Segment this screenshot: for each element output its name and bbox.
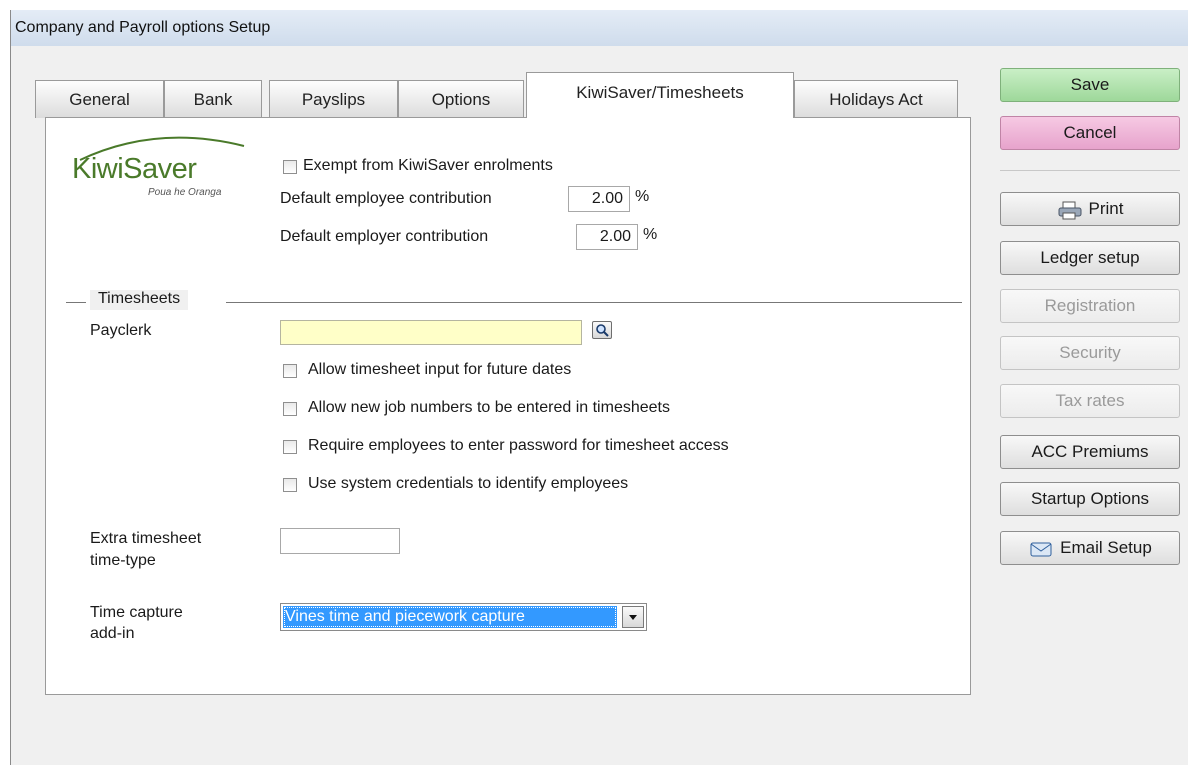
magnifier-icon <box>596 324 609 337</box>
timesheets-divider-left <box>66 302 86 303</box>
system-credentials-checkbox[interactable] <box>283 478 297 492</box>
timesheets-section-title: Timesheets <box>90 290 189 310</box>
employee-contribution-label: Default employee contribution <box>280 190 492 207</box>
envelope-icon <box>1030 542 1052 557</box>
email-setup-button[interactable]: Email Setup <box>1000 531 1180 565</box>
employer-percent-label: % <box>643 226 658 243</box>
time-capture-label-line2: add-in <box>90 625 135 642</box>
payclerk-input[interactable] <box>280 320 582 345</box>
time-capture-dropdown-button[interactable] <box>622 606 644 628</box>
exempt-kiwisaver-checkbox[interactable] <box>283 160 297 174</box>
tab-options[interactable]: Options <box>398 80 524 118</box>
email-setup-label: Email Setup <box>1060 538 1152 557</box>
payclerk-label: Payclerk <box>90 322 152 339</box>
exempt-kiwisaver-label: Exempt from KiwiSaver enrolments <box>303 157 553 174</box>
cancel-button[interactable]: Cancel <box>1000 116 1180 150</box>
extra-timesheet-label-line2: time-type <box>90 552 156 569</box>
require-password-label: Require employees to enter password for … <box>308 437 729 454</box>
extra-timesheet-input[interactable] <box>280 528 400 554</box>
employer-contribution-label: Default employer contribution <box>280 228 489 245</box>
tax-rates-button[interactable]: Tax rates <box>1000 384 1180 418</box>
time-capture-selected-value: Vines time and piecework capture <box>283 606 617 628</box>
printer-icon <box>1058 201 1082 220</box>
tab-holidays-act[interactable]: Holidays Act <box>794 80 958 118</box>
employer-contribution-input[interactable]: 2.00 <box>576 224 638 250</box>
extra-timesheet-label-line1: Extra timesheet <box>90 530 202 547</box>
print-button[interactable]: Print <box>1000 192 1180 226</box>
logo-wordmark: KiwiSaver <box>72 153 197 185</box>
dialog-window: Company and Payroll options Setup Genera… <box>10 10 1188 765</box>
button-group-divider <box>1000 170 1180 171</box>
require-password-checkbox[interactable] <box>283 440 297 454</box>
logo-tagline: Poua he Oranga <box>148 187 222 198</box>
tab-general[interactable]: General <box>35 80 164 118</box>
security-button[interactable]: Security <box>1000 336 1180 370</box>
tab-bank[interactable]: Bank <box>164 80 262 118</box>
time-capture-select[interactable]: Vines time and piecework capture <box>280 603 647 631</box>
acc-premiums-button[interactable]: ACC Premiums <box>1000 435 1180 469</box>
startup-options-button[interactable]: Startup Options <box>1000 482 1180 516</box>
chevron-down-icon <box>629 615 637 620</box>
future-dates-label: Allow timesheet input for future dates <box>308 361 572 378</box>
window-title: Company and Payroll options Setup <box>11 10 1188 46</box>
save-button[interactable]: Save <box>1000 68 1180 102</box>
registration-button[interactable]: Registration <box>1000 289 1180 323</box>
future-dates-checkbox[interactable] <box>283 364 297 378</box>
payclerk-lookup-button[interactable] <box>592 321 612 339</box>
employee-contribution-input[interactable]: 2.00 <box>568 186 630 212</box>
tab-payslips[interactable]: Payslips <box>269 80 398 118</box>
time-capture-label-line1: Time capture <box>90 604 183 621</box>
system-credentials-label: Use system credentials to identify emplo… <box>308 475 629 492</box>
print-label: Print <box>1088 199 1124 218</box>
new-job-numbers-label: Allow new job numbers to be entered in t… <box>308 399 670 416</box>
employee-percent-label: % <box>635 188 650 205</box>
new-job-numbers-checkbox[interactable] <box>283 402 297 416</box>
timesheets-divider-right <box>226 302 962 303</box>
tab-panel: KiwiSaver Poua he Oranga Exempt from Kiw… <box>45 117 971 695</box>
ledger-setup-button[interactable]: Ledger setup <box>1000 241 1180 275</box>
tab-kiwisaver-timesheets[interactable]: KiwiSaver/Timesheets <box>526 72 794 118</box>
kiwisaver-logo: KiwiSaver Poua he Oranga <box>66 126 246 206</box>
